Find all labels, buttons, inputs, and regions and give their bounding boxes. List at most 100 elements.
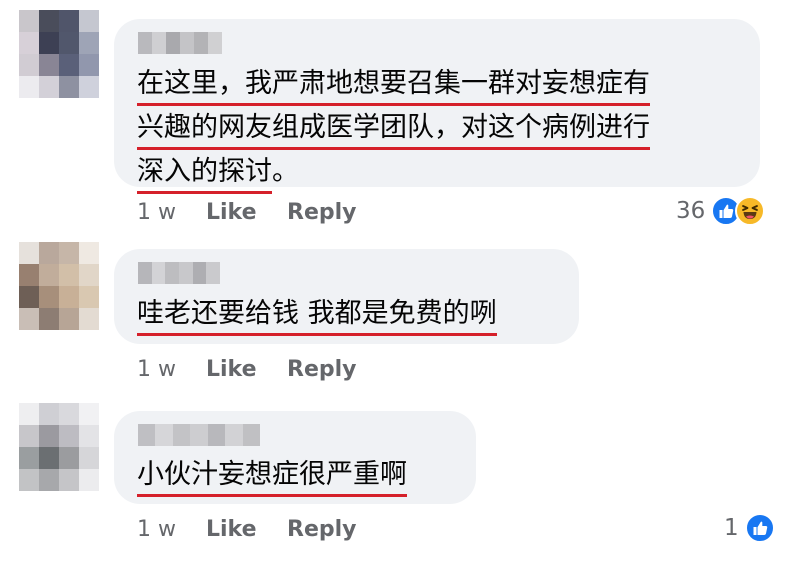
avatar-pixel (19, 10, 39, 32)
timestamp[interactable]: 1 w (137, 517, 206, 542)
avatar-pixel (39, 425, 59, 447)
avatar-pixel (59, 10, 79, 32)
reaction-summary[interactable]: 1 (724, 511, 775, 545)
name-pixel (166, 32, 180, 54)
name-pixel (179, 262, 193, 284)
name-pixel (138, 32, 152, 54)
avatar-pixel (79, 469, 99, 491)
avatar-pixel (79, 447, 99, 469)
avatar-pixel (39, 242, 59, 264)
reply-button[interactable]: Reply (287, 517, 357, 542)
comment-text-line: 哇老还要给钱 我都是免费的咧 (137, 295, 497, 336)
avatar-pixel (59, 286, 79, 308)
avatar-pixel (39, 54, 59, 76)
name-pixel (180, 32, 194, 54)
avatar-pixel (79, 76, 99, 98)
avatar-pixel (39, 308, 59, 330)
comment-actions: 1 w Like Reply (137, 514, 357, 544)
name-pixel (165, 262, 180, 284)
name-pixel (155, 424, 173, 446)
haha-icon (735, 196, 766, 226)
name-pixel (192, 262, 207, 284)
comment-actions: 1 w Like Reply (137, 354, 357, 384)
avatar-pixel (79, 32, 99, 54)
like-button[interactable]: Like (206, 517, 287, 542)
like-button[interactable]: Like (206, 200, 287, 225)
comment-text: 小伙汁妄想症很严重啊 (137, 453, 407, 497)
avatar-pixel (59, 308, 79, 330)
avatar-pixel (59, 76, 79, 98)
avatar-pixel (39, 10, 59, 32)
name-pixel (152, 32, 166, 54)
avatar-pixel (79, 308, 99, 330)
avatar-pixel (59, 403, 79, 425)
name-pixel (151, 262, 166, 284)
avatar-pixel (79, 54, 99, 76)
comment-actions: 1 w Like Reply (137, 197, 357, 227)
avatar-pixel (19, 308, 39, 330)
reaction-summary[interactable]: 36 (676, 194, 766, 228)
avatar-pixel (19, 76, 39, 98)
avatar-pixel (59, 264, 79, 286)
name-pixel (242, 424, 260, 446)
avatar-pixel (39, 447, 59, 469)
avatar-pixel (19, 447, 39, 469)
avatar-pixel (79, 425, 99, 447)
avatar[interactable] (19, 242, 99, 330)
reply-button[interactable]: Reply (287, 200, 357, 225)
avatar[interactable] (19, 403, 99, 491)
name-pixel (138, 262, 152, 284)
commenter-name-blurred[interactable] (138, 424, 260, 446)
avatar-pixel (59, 447, 79, 469)
name-pixel (172, 424, 191, 446)
comment-text-trailing: 。 (272, 156, 299, 187)
reaction-count: 36 (676, 198, 706, 224)
avatar-pixel (59, 469, 79, 491)
avatar-pixel (19, 425, 39, 447)
avatar-pixel (19, 32, 39, 54)
like-button[interactable]: Like (206, 357, 287, 382)
avatar[interactable] (19, 10, 99, 98)
timestamp[interactable]: 1 w (137, 200, 206, 225)
avatar-pixel (19, 403, 39, 425)
avatar-pixel (79, 264, 99, 286)
avatar-pixel (39, 469, 59, 491)
commenter-name-blurred[interactable] (138, 32, 222, 54)
avatar-pixel (39, 286, 59, 308)
avatar-pixel (19, 264, 39, 286)
reply-button[interactable]: Reply (287, 357, 357, 382)
avatar-pixel (39, 403, 59, 425)
comment-text-line: 兴趣的网友组成医学团队，对这个病例进行 (137, 109, 650, 150)
avatar-pixel (59, 425, 79, 447)
like-icon (744, 513, 775, 543)
avatar-pixel (19, 469, 39, 491)
name-pixel (138, 424, 156, 446)
name-pixel (207, 424, 226, 446)
timestamp[interactable]: 1 w (137, 357, 206, 382)
avatar-pixel (19, 286, 39, 308)
name-pixel (208, 32, 222, 54)
avatar-pixel (39, 264, 59, 286)
name-pixel (206, 262, 221, 284)
comment-text: 在这里，我严肃地想要召集一群对妄想症有 兴趣的网友组成医学团队，对这个病例进行 … (137, 62, 650, 194)
reaction-count: 1 (724, 515, 739, 541)
avatar-pixel (59, 242, 79, 264)
name-pixel (194, 32, 208, 54)
avatar-pixel (79, 403, 99, 425)
name-pixel (190, 424, 208, 446)
comment-thread: 在这里，我严肃地想要召集一群对妄想症有 兴趣的网友组成医学团队，对这个病例进行 … (0, 0, 800, 565)
avatar-pixel (59, 54, 79, 76)
avatar-pixel (19, 242, 39, 264)
comment-text-line: 深入的探讨 (137, 153, 272, 194)
comment-text-line: 在这里，我严肃地想要召集一群对妄想症有 (137, 65, 650, 106)
name-pixel (225, 424, 243, 446)
comment-text: 哇老还要给钱 我都是免费的咧 (137, 292, 497, 336)
avatar-pixel (59, 32, 79, 54)
avatar-pixel (19, 54, 39, 76)
avatar-pixel (39, 76, 59, 98)
avatar-pixel (39, 32, 59, 54)
avatar-pixel (79, 10, 99, 32)
commenter-name-blurred[interactable] (138, 262, 221, 284)
avatar-pixel (79, 242, 99, 264)
avatar-pixel (79, 286, 99, 308)
